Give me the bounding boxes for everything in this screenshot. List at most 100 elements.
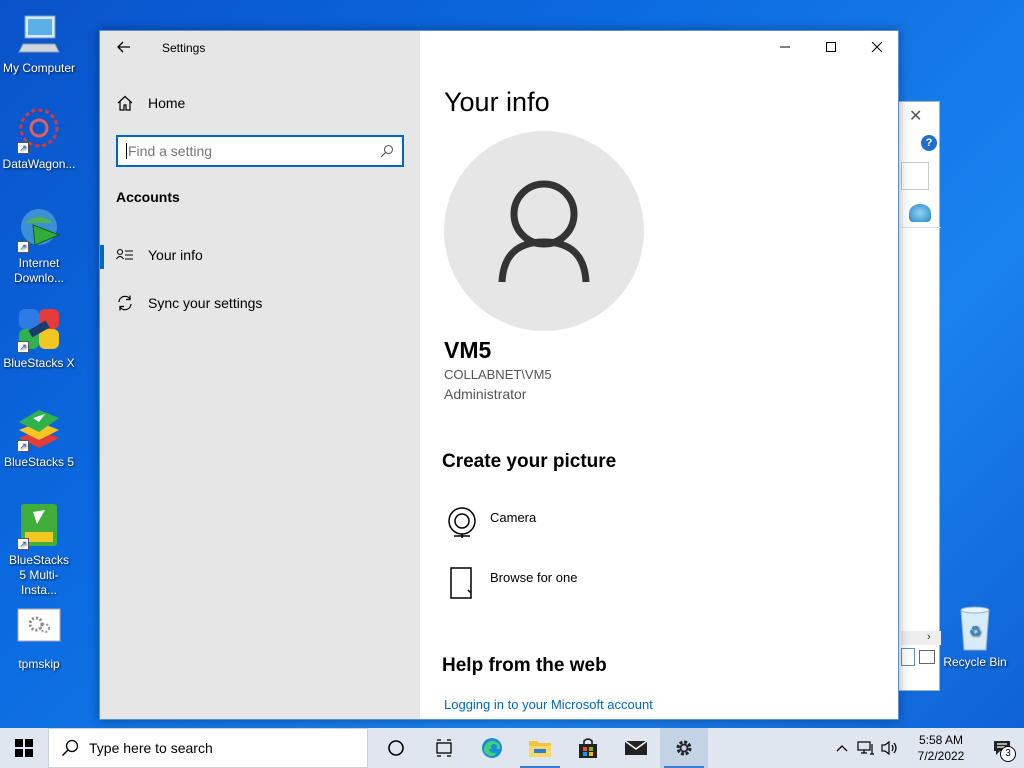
edge-icon: [482, 738, 502, 758]
edge-button[interactable]: [468, 728, 516, 768]
camera-icon: [448, 507, 476, 538]
start-button[interactable]: [0, 728, 48, 768]
desktop-icon-label: BlueStacks 5 Multi-Insta...: [8, 553, 70, 597]
recycle-bin-icon: ♻: [951, 604, 999, 652]
windows-logo-icon: [15, 739, 33, 757]
create-picture-heading: Create your picture: [442, 451, 617, 472]
preview-view-icon[interactable]: [919, 650, 935, 664]
back-button[interactable]: [114, 37, 134, 57]
horizontal-scrollbar[interactable]: [901, 631, 941, 645]
desktop-icon-label: BlueStacks X: [3, 356, 75, 370]
help-heading: Help from the web: [442, 655, 607, 676]
search-icon[interactable]: [380, 144, 394, 158]
clock[interactable]: 5:58 AM 7/2/2022: [902, 732, 980, 764]
cortana-button[interactable]: [372, 728, 420, 768]
window-title: Settings: [162, 41, 206, 55]
nav-home-label: Home: [148, 95, 186, 111]
microsoft-account-help-link[interactable]: Logging in to your Microsoft account: [444, 697, 653, 712]
sidebar-item-label: Your info: [148, 247, 203, 263]
store-icon: [579, 738, 597, 758]
desktop-icon-label: BlueStacks 5: [3, 455, 75, 469]
avatar: [444, 131, 644, 331]
person-list-icon: [116, 246, 134, 264]
help-icon[interactable]: ?: [921, 135, 937, 151]
clock-date: 7/2/2022: [917, 749, 965, 763]
user-domain: COLLABNET\VM5: [444, 367, 552, 382]
nav-section-header: Accounts: [116, 189, 180, 205]
file-explorer-icon: [529, 741, 551, 757]
desktop-icon-label: My Computer: [2, 61, 76, 75]
arrow-left-icon: [117, 41, 130, 53]
volume-button[interactable]: [878, 728, 902, 768]
taskbar-search-input[interactable]: Type here to search: [48, 728, 368, 768]
document-icon: [450, 567, 472, 599]
bluestacks-multi-instance-icon: ↗: [15, 502, 63, 550]
browse-label: Browse for one: [490, 570, 578, 585]
sync-icon: [116, 294, 134, 312]
sidebar-item-sync-settings[interactable]: Sync your settings: [100, 283, 420, 323]
datawagon-icon: ↗: [15, 106, 63, 154]
settings-main-pane: Your info VM5 COLLABNET\VM5 Administrato…: [420, 31, 898, 719]
file-explorer-button[interactable]: [516, 728, 564, 768]
taskbar-search-placeholder: Type here to search: [89, 740, 213, 756]
desktop-icon-label: DataWagon...: [2, 157, 76, 171]
desktop-icon-label: Internet Downlo...: [13, 256, 65, 285]
bluestacks-5-icon: ↗: [15, 404, 63, 452]
desktop-icon-internet-download-manager[interactable]: ↗ Internet Downlo...: [0, 205, 78, 286]
user-name: VM5: [444, 337, 492, 363]
desktop-icon-my-computer[interactable]: My Computer: [0, 10, 78, 76]
sidebar-item-your-info[interactable]: Your info: [100, 235, 420, 275]
cortana-icon: [388, 740, 404, 756]
chevron-right-icon[interactable]: ›: [927, 631, 931, 643]
task-view-icon: [436, 739, 452, 757]
user-role: Administrator: [444, 386, 527, 402]
task-view-button[interactable]: [420, 728, 468, 768]
globe-icon[interactable]: [909, 204, 931, 222]
mail-button[interactable]: [612, 728, 660, 768]
camera-option[interactable]: Camera: [444, 505, 536, 541]
close-icon[interactable]: ✕: [909, 106, 922, 126]
settings-taskbar-button[interactable]: [660, 728, 708, 768]
bluestacks-x-icon: ↗: [15, 305, 63, 353]
notification-count-badge: 3: [1000, 746, 1016, 762]
desktop-icon-label: Recycle Bin: [943, 655, 1007, 669]
speaker-icon: [881, 740, 897, 756]
details-view-icon[interactable]: [901, 648, 915, 666]
system-tray: 5:58 AM 7/2/2022 3: [830, 728, 1024, 768]
mail-icon: [624, 740, 648, 755]
taskbar: Type here to search 5:58 AM 7/2/2022 3: [0, 728, 1024, 768]
home-icon: [117, 95, 133, 111]
desktop-icon-label: tpmskip: [18, 657, 60, 671]
show-hidden-icons-button[interactable]: [830, 728, 854, 768]
chevron-up-icon: [836, 745, 848, 752]
network-icon: [857, 741, 874, 755]
settings-icon: [676, 740, 692, 756]
desktop-icon-tpmskip[interactable]: tpmskip: [0, 606, 78, 672]
desktop-icon-datawagon[interactable]: ↗ DataWagon...: [0, 106, 78, 172]
idm-icon: ↗: [15, 205, 63, 253]
desktop-icon-bluestacks-multi-instance[interactable]: ↗ BlueStacks 5 Multi-Insta...: [0, 502, 78, 598]
computer-icon: [15, 10, 63, 58]
desktop-icon-recycle-bin[interactable]: ♻ Recycle Bin: [935, 604, 1015, 670]
desktop-icon-bluestacks-5[interactable]: ↗ BlueStacks 5: [0, 404, 78, 470]
settings-search-input[interactable]: Find a setting: [116, 135, 404, 167]
tpmskip-icon: [15, 606, 63, 654]
svg-text:♻: ♻: [969, 623, 982, 639]
search-icon: [61, 739, 79, 757]
person-icon: [498, 180, 590, 283]
text-caret: [126, 143, 127, 159]
sidebar-item-label: Sync your settings: [148, 295, 263, 311]
search-placeholder: Find a setting: [128, 143, 213, 159]
network-button[interactable]: [854, 728, 878, 768]
settings-window: Settings Home Find a setting Accounts Yo…: [99, 30, 899, 720]
store-button[interactable]: [564, 728, 612, 768]
action-center-button[interactable]: 3: [980, 728, 1024, 768]
page-title: Your info: [444, 87, 550, 117]
background-window-field[interactable]: [901, 162, 929, 190]
browse-option[interactable]: Browse for one: [444, 565, 577, 601]
desktop-icon-bluestacks-x[interactable]: ↗ BlueStacks X: [0, 305, 78, 371]
settings-nav-pane: Settings Home Find a setting Accounts Yo…: [100, 31, 420, 719]
camera-label: Camera: [490, 510, 537, 525]
clock-time: 5:58 AM: [918, 733, 964, 747]
nav-home[interactable]: Home: [116, 95, 185, 111]
